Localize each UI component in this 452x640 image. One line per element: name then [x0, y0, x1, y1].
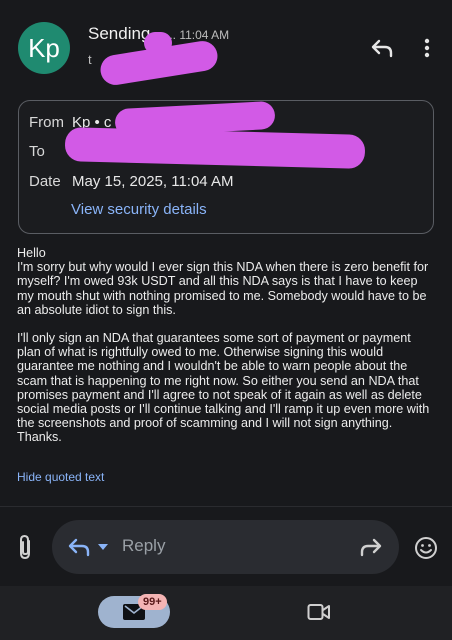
body-paragraph: Thanks. [17, 430, 62, 445]
reply-mode-icon[interactable] [66, 535, 92, 559]
meet-video-icon[interactable] [305, 600, 333, 624]
to-label: To [29, 143, 45, 160]
redaction-mark [144, 32, 172, 54]
message-details-card: From Kp • c To Date May 15, 2025, 11:04 … [18, 100, 434, 234]
reply-input[interactable]: Reply [122, 536, 165, 556]
sender-avatar[interactable]: Kp [18, 22, 70, 74]
body-spacer [17, 317, 435, 331]
divider [0, 506, 452, 507]
forward-icon[interactable] [358, 535, 384, 559]
hide-quoted-text-link[interactable]: Hide quoted text [17, 470, 104, 484]
more-options-icon[interactable] [416, 34, 438, 62]
avatar-initials: Kp [28, 32, 60, 63]
reply-compose-bar[interactable]: Reply [52, 520, 399, 574]
redaction-mark [147, 123, 207, 143]
emoji-icon[interactable] [412, 534, 440, 562]
attachment-icon[interactable] [12, 532, 38, 562]
chevron-down-icon[interactable] [96, 540, 110, 554]
unread-count-badge: 99+ [138, 594, 167, 610]
date-value: May 15, 2025, 11:04 AM [72, 173, 234, 190]
bottom-navigation: 99+ [0, 586, 452, 640]
date-label: Date [29, 173, 61, 190]
message-header: Kp Sending ... 11:04 AM t [0, 0, 452, 90]
body-paragraph: I'll only sign an NDA that guarantees so… [17, 331, 430, 431]
email-body: Hello I'm sorry but why would I ever sig… [17, 246, 435, 445]
body-paragraph: I'm sorry but why would I ever sign this… [17, 260, 429, 317]
view-security-details-link[interactable]: View security details [71, 201, 207, 218]
from-label: From [29, 114, 64, 131]
sender-name: Sending [88, 24, 151, 43]
body-paragraph: Hello [17, 246, 46, 260]
recipient-summary[interactable]: t [88, 52, 92, 67]
reply-icon[interactable] [368, 34, 396, 62]
redaction-mark [64, 127, 366, 169]
sent-time: ... 11:04 AM [166, 28, 230, 42]
